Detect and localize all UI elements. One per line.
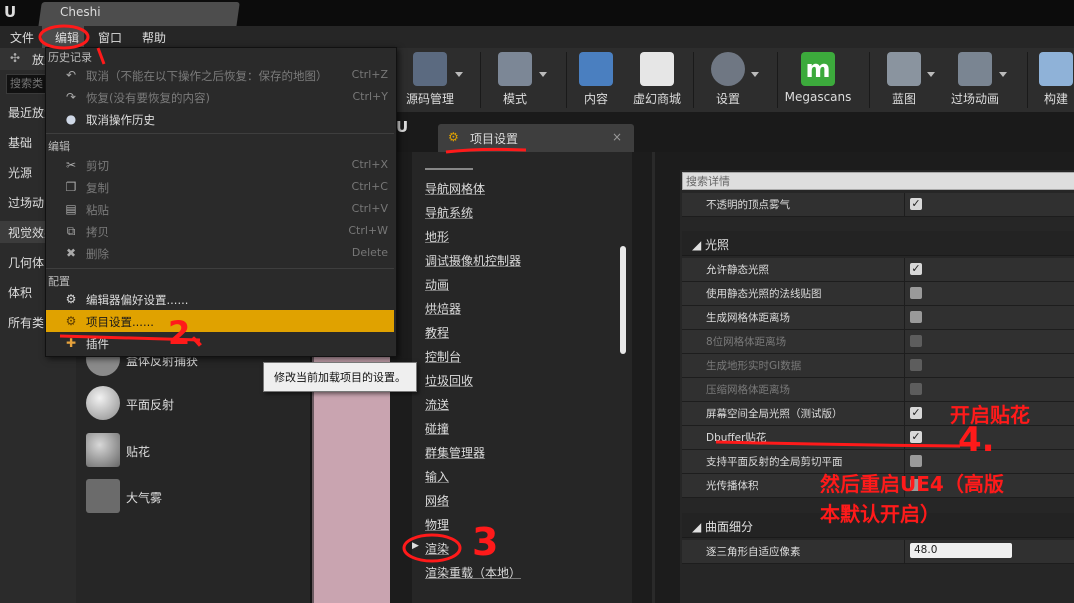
annotation-restart-line1: 然后重启UE4（高版 (820, 472, 1004, 496)
annotation-underline-tab (445, 147, 527, 154)
annotation-enable-decal: 开启贴花 (950, 403, 1030, 427)
annotation-step-2: 2、 (168, 314, 223, 352)
annotation-stroke-1 (96, 47, 106, 65)
annotation-underline-dbuffer (715, 440, 961, 448)
annotation-step-3: 3 (472, 520, 499, 564)
annotation-circle-edit (38, 24, 90, 50)
annotation-circle-rendering (402, 533, 462, 563)
annotation-restart-line2: 本默认开启） (820, 502, 940, 526)
